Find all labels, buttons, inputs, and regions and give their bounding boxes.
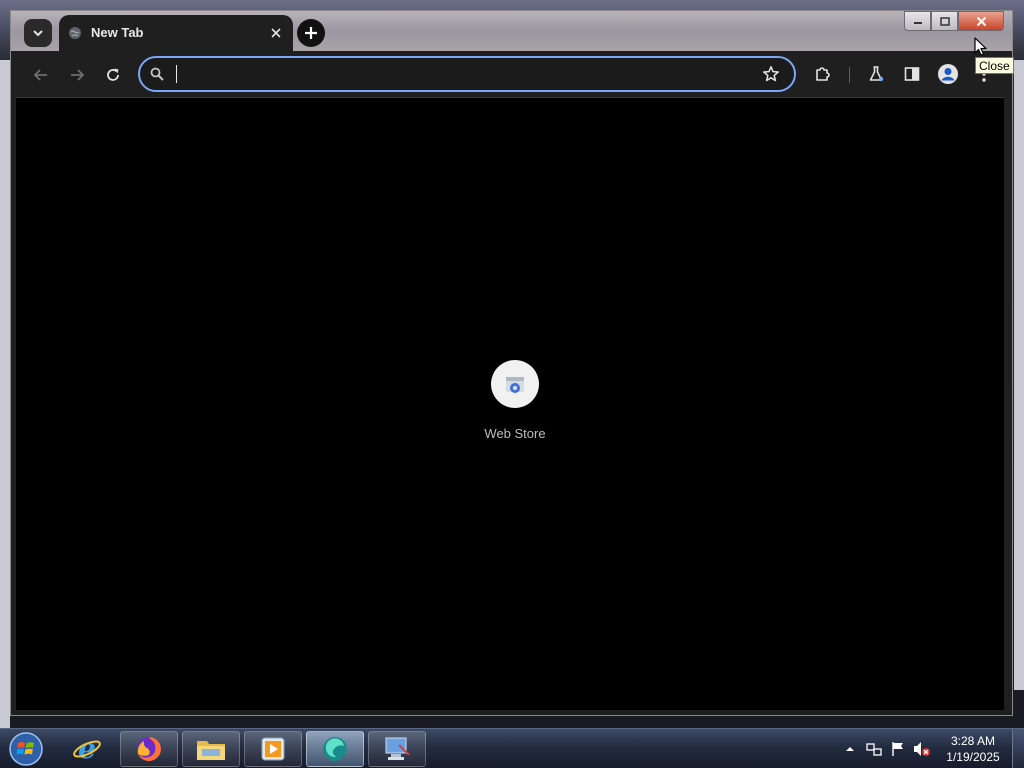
shortcut-web-store[interactable]: Web Store (459, 360, 571, 450)
clock[interactable]: 3:28 AM 1/19/2025 (934, 733, 1012, 765)
arrow-left-icon (33, 69, 47, 81)
network-icon (866, 743, 882, 756)
address-input[interactable] (174, 64, 758, 86)
background-window-edge (1014, 60, 1024, 690)
media-player-icon (261, 737, 285, 761)
new-tab-button[interactable] (297, 19, 325, 47)
start-button[interactable] (6, 731, 46, 767)
title-bar[interactable]: New Tab (11, 11, 1012, 51)
browser-window: New Tab Web Store (10, 10, 1013, 716)
new-tab-page: Web Store (16, 98, 1004, 710)
tab-close-button[interactable] (267, 24, 285, 42)
labs-button[interactable] (864, 62, 888, 86)
tab-title: New Tab (91, 25, 144, 40)
taskbar: e 3:28 AM 1/19/2025 (0, 728, 1024, 768)
clock-date: 1/19/2025 (946, 750, 1000, 764)
chevron-down-icon (33, 30, 43, 37)
web-store-icon (506, 377, 524, 393)
svg-text:e: e (78, 734, 96, 764)
windows-logo-icon (9, 732, 43, 766)
text-caret (176, 65, 177, 83)
tab-search-button[interactable] (24, 19, 52, 47)
avatar-icon (938, 64, 958, 84)
close-icon (976, 16, 986, 26)
background-window-edge (0, 60, 10, 730)
arrow-right-icon (71, 69, 85, 81)
maximize-icon (939, 16, 950, 26)
back-button[interactable] (28, 62, 54, 88)
search-icon (150, 67, 164, 81)
address-bar[interactable] (138, 56, 796, 92)
bookmark-star-icon[interactable] (762, 65, 780, 83)
network-tray-icon[interactable] (864, 739, 884, 759)
reload-icon (107, 68, 119, 81)
taskbar-internet-explorer[interactable]: e (58, 731, 116, 767)
close-tooltip: Close (975, 57, 1014, 74)
shortcut-label: Web Store (484, 426, 546, 441)
tab-new-tab[interactable]: New Tab (59, 15, 293, 51)
minimize-button[interactable] (904, 11, 931, 31)
window-close-button[interactable] (958, 11, 1004, 31)
taskbar-file-explorer[interactable] (182, 731, 240, 767)
taskbar-firefox[interactable] (120, 731, 178, 767)
globe-icon (69, 27, 81, 39)
extensions-button[interactable] (811, 62, 835, 86)
puzzle-icon (816, 67, 830, 81)
toolbar-divider (849, 67, 850, 83)
taskbar-media-player[interactable] (244, 731, 302, 767)
shortcut-icon (491, 360, 539, 408)
taskbar-remote-desktop[interactable] (368, 731, 426, 767)
show-desktop-button[interactable] (1012, 729, 1024, 768)
firefox-icon (137, 737, 161, 761)
side-panel-icon (904, 67, 920, 81)
show-hidden-icons-button[interactable] (840, 739, 860, 759)
maximize-button[interactable] (931, 11, 958, 31)
clock-time: 3:28 AM (950, 734, 996, 748)
flag-icon (892, 742, 903, 756)
folder-icon (197, 741, 225, 760)
internet-explorer-icon: e (73, 734, 101, 764)
minimize-icon (913, 22, 922, 24)
taskbar-active-app[interactable] (306, 731, 364, 767)
side-panel-button[interactable] (900, 62, 924, 86)
forward-button[interactable] (64, 62, 90, 88)
computer-icon (385, 737, 410, 760)
flask-icon (869, 66, 884, 82)
toolbar (16, 51, 1004, 98)
close-icon (271, 28, 281, 38)
reload-button[interactable] (100, 62, 126, 88)
chevron-up-icon (846, 747, 854, 751)
speaker-muted-icon (914, 742, 930, 756)
volume-tray-icon[interactable] (912, 739, 932, 759)
profile-button[interactable] (936, 62, 960, 86)
mouse-cursor-icon (974, 37, 987, 56)
plus-icon (305, 27, 317, 39)
app-swirl-icon (323, 737, 347, 761)
action-center-tray-icon[interactable] (888, 739, 908, 759)
